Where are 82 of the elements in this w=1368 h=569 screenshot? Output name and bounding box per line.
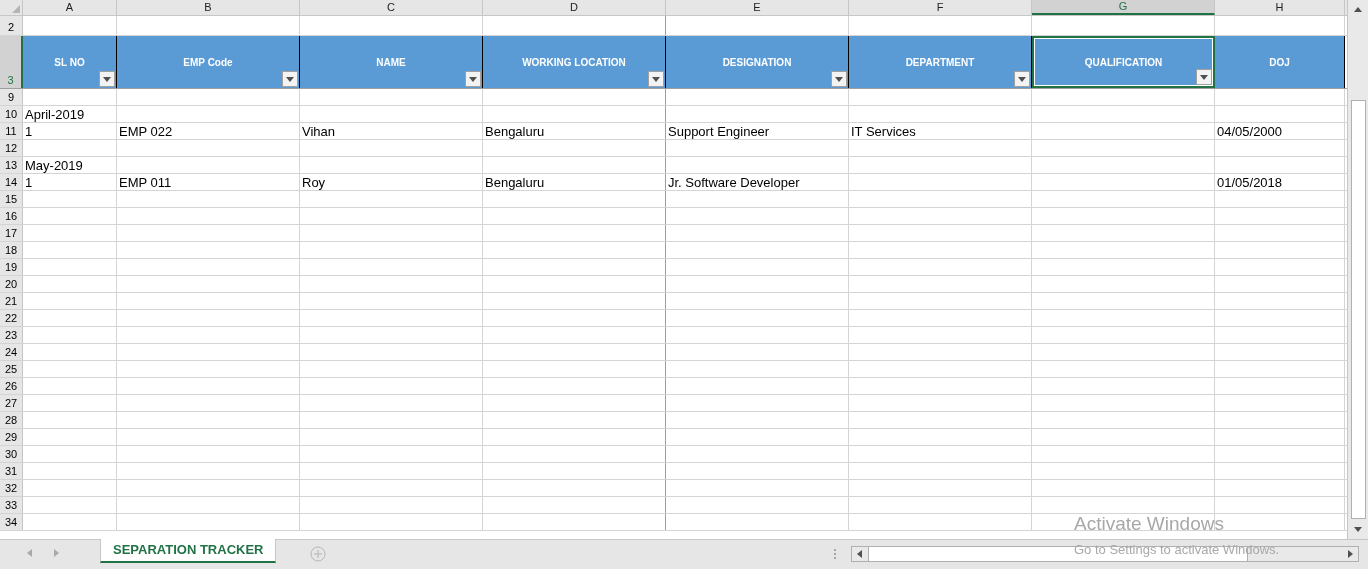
- filter-dropdown-button[interactable]: [831, 71, 847, 87]
- table-cell: 1: [25, 124, 33, 139]
- table-cell: 01/05/2018: [1217, 175, 1283, 190]
- column-title: QUALIFICATION: [1084, 55, 1163, 70]
- row-number[interactable]: 28: [0, 412, 23, 428]
- row-number[interactable]: 13: [0, 157, 23, 173]
- row-number[interactable]: 21: [0, 293, 23, 309]
- row-number[interactable]: 16: [0, 208, 23, 224]
- row-number[interactable]: 29: [0, 429, 23, 445]
- filter-dropdown-button[interactable]: [465, 71, 481, 87]
- scroll-down-icon: [1353, 524, 1363, 534]
- column-title: DESIGNATION: [722, 55, 792, 70]
- filter-dropdown-button[interactable]: [1196, 69, 1212, 85]
- caret-icon: [286, 76, 294, 82]
- table-cell: Vihan: [302, 124, 335, 139]
- row-number[interactable]: 14: [0, 174, 23, 190]
- split-handle-icon[interactable]: [833, 548, 838, 560]
- row-number[interactable]: 17: [0, 225, 23, 241]
- row-number[interactable]: 30: [0, 446, 23, 462]
- row-number[interactable]: 20: [0, 276, 23, 292]
- scroll-up-icon: [1353, 5, 1363, 15]
- row-number[interactable]: 32: [0, 480, 23, 496]
- table-cell: Jr. Software Developer: [668, 175, 800, 190]
- table-cell: IT Services: [851, 124, 916, 139]
- row-number[interactable]: 24: [0, 344, 23, 360]
- row-number[interactable]: 2: [0, 16, 23, 35]
- table-cell: Roy: [302, 175, 326, 190]
- row-number[interactable]: 10: [0, 106, 23, 122]
- column-title: NAME: [376, 55, 406, 70]
- filter-dropdown-button[interactable]: [648, 71, 664, 87]
- row-number[interactable]: 33: [0, 497, 23, 513]
- caret-icon: [1200, 74, 1208, 80]
- row-number[interactable]: 12: [0, 140, 23, 156]
- row-number[interactable]: 3: [0, 36, 23, 88]
- vertical-scrollbar[interactable]: [1347, 0, 1368, 539]
- table-cell: 04/05/2000: [1217, 124, 1283, 139]
- previous-sheet-icon: [25, 548, 35, 558]
- filter-dropdown-button[interactable]: [282, 71, 298, 87]
- column-header[interactable]: H: [1215, 0, 1345, 15]
- caret-icon: [652, 76, 660, 82]
- column-title: DOJ: [1269, 55, 1290, 70]
- row-number[interactable]: 15: [0, 191, 23, 207]
- column-header[interactable]: D: [483, 0, 666, 15]
- row-number[interactable]: 34: [0, 514, 23, 530]
- filter-dropdown-button[interactable]: [99, 71, 115, 87]
- column-header[interactable]: E: [666, 0, 849, 15]
- row-number[interactable]: 27: [0, 395, 23, 411]
- table-cell: April-2019: [25, 107, 85, 122]
- table-cell: Bengaluru: [485, 124, 545, 139]
- row-number[interactable]: 25: [0, 361, 23, 377]
- row-number[interactable]: 22: [0, 310, 23, 326]
- table-cell: 1: [25, 175, 33, 190]
- row-number[interactable]: 18: [0, 242, 23, 258]
- row-number[interactable]: 11: [0, 123, 23, 139]
- row-number[interactable]: 23: [0, 327, 23, 343]
- activation-title: Activate Windows: [1074, 513, 1225, 535]
- caret-icon: [103, 76, 111, 82]
- row-number[interactable]: 19: [0, 259, 23, 275]
- row-number[interactable]: 26: [0, 378, 23, 394]
- sheet-tab[interactable]: SEPARATION TRACKER: [100, 539, 277, 563]
- table-cell: May-2019: [25, 158, 83, 173]
- table-cell: EMP 022: [119, 124, 173, 139]
- table-cell: Support Engineer: [668, 124, 770, 139]
- table-cell: EMP 011: [119, 175, 172, 190]
- corner-triangle-icon: [12, 5, 20, 13]
- column-title: SL NO: [54, 55, 85, 70]
- caret-icon: [1018, 76, 1026, 82]
- column-header[interactable]: B: [117, 0, 300, 15]
- column-header[interactable]: A: [23, 0, 117, 15]
- next-sheet-icon: [51, 548, 61, 558]
- row-number[interactable]: 9: [0, 89, 23, 105]
- table-cell: Bengaluru: [485, 175, 545, 190]
- caret-icon: [835, 76, 843, 82]
- column-header[interactable]: G: [1032, 0, 1215, 15]
- filter-dropdown-button[interactable]: [1014, 71, 1030, 87]
- caret-icon: [469, 76, 477, 82]
- scrollbar-thumb[interactable]: [1350, 100, 1366, 519]
- column-title: DEPARTMENT: [905, 55, 975, 70]
- row-number[interactable]: 31: [0, 463, 23, 479]
- column-title: WORKING LOCATION: [522, 55, 626, 70]
- column-header[interactable]: C: [300, 0, 483, 15]
- column-title: EMP Code: [183, 55, 233, 70]
